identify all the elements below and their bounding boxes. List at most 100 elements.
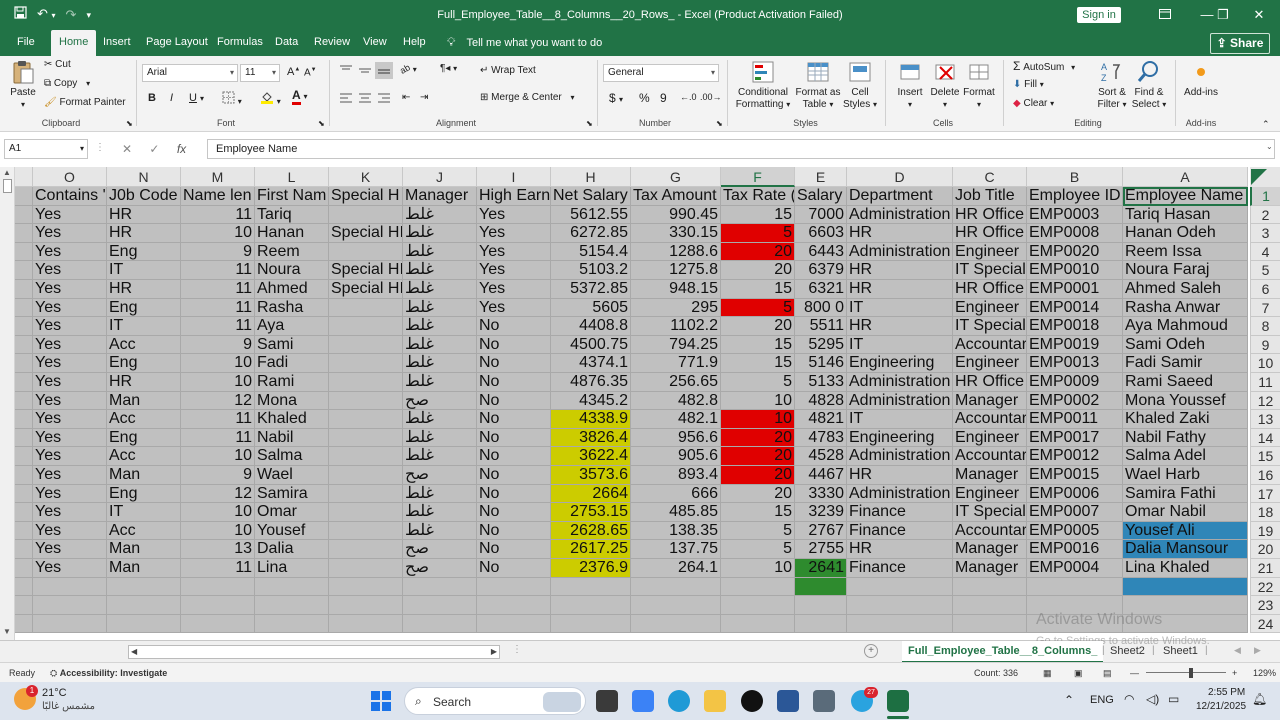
share-button[interactable]: ⇪ Share bbox=[1210, 33, 1270, 54]
new-sheet-button[interactable]: + bbox=[864, 644, 878, 658]
header-cell[interactable]: Manager bbox=[403, 187, 477, 206]
table-cell[interactable]: EMP0009 bbox=[1027, 373, 1123, 392]
align-bottom-icon[interactable] bbox=[375, 62, 393, 79]
increase-decimal-icon[interactable]: ←.0 bbox=[680, 92, 697, 102]
decrease-decimal-icon[interactable]: .00→ bbox=[700, 92, 722, 102]
table-cell[interactable]: 10 bbox=[181, 224, 255, 243]
font-size-combo[interactable]: 11 ▾ bbox=[240, 64, 280, 82]
table-cell[interactable]: HR bbox=[107, 373, 181, 392]
table-cell[interactable]: Yousef Ali bbox=[1123, 521, 1248, 541]
clock-date[interactable]: 12/21/2025 bbox=[1196, 701, 1246, 712]
header-cell[interactable]: Salary bbox=[795, 187, 847, 206]
table-cell[interactable]: 5295 bbox=[795, 335, 847, 355]
currency-button[interactable]: $ ▾ bbox=[609, 91, 623, 105]
table-cell[interactable]: Yes bbox=[33, 484, 107, 504]
normal-view-icon[interactable]: ▦ bbox=[1043, 663, 1052, 683]
table-cell[interactable]: Eng bbox=[107, 428, 181, 448]
table-cell[interactable]: EMP0003 bbox=[1027, 205, 1123, 225]
table-cell[interactable]: 2628.65 bbox=[551, 521, 631, 541]
table-cell[interactable]: Khaled Zaki bbox=[1123, 410, 1248, 429]
empty-cell[interactable] bbox=[631, 577, 721, 597]
insert-cells-button[interactable]: Insert ▾ bbox=[892, 59, 928, 111]
scroll-right-icon[interactable]: ▶ bbox=[491, 646, 497, 658]
table-cell[interactable]: EMP0014 bbox=[1027, 298, 1123, 318]
row-header-13[interactable]: 13 bbox=[1250, 410, 1280, 429]
table-cell[interactable]: صح bbox=[403, 466, 477, 485]
table-cell[interactable]: Fadi bbox=[255, 354, 329, 373]
table-cell[interactable]: Omar Nabil bbox=[1123, 503, 1248, 522]
empty-cell[interactable] bbox=[181, 596, 255, 615]
row-header-6[interactable]: 6 bbox=[1250, 280, 1280, 299]
column-header-c[interactable]: C bbox=[953, 167, 1027, 187]
table-cell[interactable]: HR bbox=[847, 466, 953, 485]
table-cell[interactable]: 15 bbox=[721, 280, 795, 299]
table-cell[interactable]: 15 bbox=[721, 205, 795, 225]
enter-icon[interactable]: ✓ bbox=[149, 142, 159, 156]
table-cell[interactable]: 5 bbox=[721, 224, 795, 243]
table-cell[interactable]: Man bbox=[107, 559, 181, 578]
cell-blank[interactable] bbox=[15, 410, 33, 429]
table-cell[interactable]: 10 bbox=[181, 503, 255, 522]
table-cell[interactable]: غلط bbox=[403, 447, 477, 466]
empty-cell[interactable] bbox=[403, 577, 477, 597]
empty-cell[interactable] bbox=[255, 614, 329, 634]
windows-start-icon[interactable] bbox=[370, 690, 392, 712]
table-cell[interactable]: 15 bbox=[721, 503, 795, 522]
table-cell[interactable]: 6272.85 bbox=[551, 224, 631, 243]
table-cell[interactable]: 10 bbox=[721, 391, 795, 411]
table-cell[interactable]: Yes bbox=[33, 242, 107, 262]
table-cell[interactable]: HR bbox=[847, 317, 953, 336]
table-cell[interactable]: غلط bbox=[403, 242, 477, 262]
zoom-level[interactable]: 129% bbox=[1253, 663, 1276, 683]
autosum-button[interactable]: Σ AutoSum ▾ bbox=[1013, 59, 1075, 73]
table-cell[interactable]: 9 bbox=[181, 242, 255, 262]
empty-cell[interactable] bbox=[953, 596, 1027, 615]
table-cell[interactable]: Yes bbox=[33, 335, 107, 355]
cell-blank[interactable] bbox=[15, 484, 33, 504]
cell-blank[interactable] bbox=[15, 187, 33, 206]
table-cell[interactable]: 20 bbox=[721, 261, 795, 280]
cell-blank[interactable] bbox=[15, 261, 33, 280]
table-cell[interactable]: Engineer bbox=[953, 298, 1027, 318]
zoom-in-icon[interactable]: + bbox=[1232, 663, 1237, 683]
sheet-tab-full-employee[interactable]: Full_Employee_Table__8_Columns_ bbox=[902, 641, 1104, 663]
table-cell[interactable]: غلط bbox=[403, 410, 477, 429]
table-cell[interactable]: Khaled bbox=[255, 410, 329, 429]
taskbar-search[interactable]: ⌕ Search bbox=[404, 687, 586, 715]
table-cell[interactable]: IT Special bbox=[953, 317, 1027, 336]
table-cell[interactable]: Mona bbox=[255, 391, 329, 411]
table-cell[interactable] bbox=[329, 521, 403, 541]
table-cell[interactable]: HR bbox=[107, 205, 181, 225]
worksheet-grid[interactable]: ▲ ▼ ONMLKJIHGFEDCBA 1 2 3 4 5 6 7 8 9 10 11 12 13 14 1… bbox=[0, 167, 1280, 640]
table-cell[interactable]: صح bbox=[403, 391, 477, 411]
table-cell[interactable]: Administration bbox=[847, 447, 953, 466]
header-cell[interactable]: Job Title bbox=[953, 187, 1027, 206]
table-cell[interactable]: 10 bbox=[181, 354, 255, 373]
row-header-18[interactable]: 18 bbox=[1250, 503, 1280, 522]
table-cell[interactable]: EMP0010 bbox=[1027, 261, 1123, 280]
table-cell[interactable]: Finance bbox=[847, 521, 953, 541]
close-icon[interactable]: ✕ bbox=[1236, 0, 1280, 30]
table-cell[interactable]: 5154.4 bbox=[551, 242, 631, 262]
table-cell[interactable]: EMP0002 bbox=[1027, 391, 1123, 411]
empty-cell[interactable] bbox=[181, 577, 255, 597]
column-header-n[interactable]: N bbox=[107, 167, 181, 187]
sign-in-button[interactable]: Sign in bbox=[1077, 7, 1121, 23]
column-header-e[interactable]: E bbox=[795, 167, 847, 187]
table-cell[interactable]: Wael bbox=[255, 466, 329, 485]
table-cell[interactable]: No bbox=[477, 373, 551, 392]
table-cell[interactable]: 4876.35 bbox=[551, 373, 631, 392]
clear-button[interactable]: ◆ Clear ▾ bbox=[1013, 98, 1054, 109]
table-cell[interactable]: 11 bbox=[181, 559, 255, 578]
table-cell[interactable]: 9 bbox=[181, 466, 255, 485]
table-cell[interactable]: Engineer bbox=[953, 428, 1027, 448]
table-cell[interactable]: 20 bbox=[721, 317, 795, 336]
table-cell[interactable]: 138.35 bbox=[631, 521, 721, 541]
table-cell[interactable]: Rami bbox=[255, 373, 329, 392]
cell-styles-button[interactable]: Cell Styles ▾ bbox=[842, 59, 878, 111]
decrease-indent-icon[interactable]: ⇤ bbox=[402, 92, 410, 103]
ribbon-display-icon[interactable] bbox=[1142, 0, 1188, 30]
header-cell[interactable]: Contains ' bbox=[33, 187, 107, 206]
column-header-d[interactable]: D bbox=[847, 167, 953, 187]
table-cell[interactable]: 3330 bbox=[795, 484, 847, 504]
